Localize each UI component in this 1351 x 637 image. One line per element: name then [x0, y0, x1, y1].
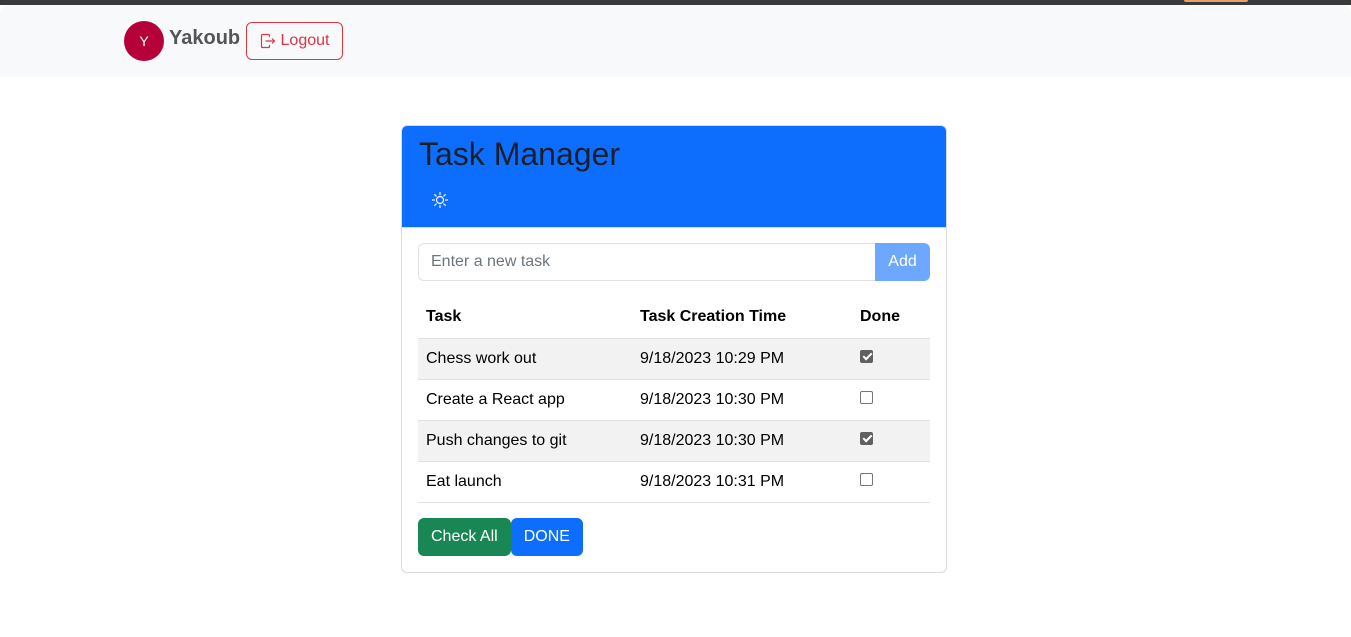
- table-header-row: Task Task Creation Time Done: [418, 297, 930, 339]
- check-all-button[interactable]: Check All: [418, 518, 511, 556]
- done-checkbox[interactable]: [860, 349, 873, 363]
- new-task-input[interactable]: [418, 243, 875, 281]
- new-task-form: Add: [418, 243, 930, 281]
- card-header: Task Manager: [402, 126, 946, 228]
- sun-icon: [431, 191, 449, 209]
- page-title: Task Manager: [419, 136, 620, 172]
- column-header-task: Task: [418, 297, 632, 339]
- task-creation-time: 9/18/2023 10:30 PM: [632, 420, 852, 462]
- column-header-creation-time: Task Creation Time: [632, 297, 852, 339]
- table-row: Create a React app 9/18/2023 10:30 PM: [418, 379, 930, 421]
- username: Yakoub: [169, 27, 241, 49]
- done-checkbox[interactable]: [860, 472, 873, 486]
- logout-button[interactable]: Logout: [246, 22, 343, 60]
- done-checkbox[interactable]: [860, 390, 873, 404]
- table-row: Chess work out 9/18/2023 10:29 PM: [418, 338, 930, 380]
- done-button[interactable]: DONE: [510, 518, 583, 556]
- done-checkbox[interactable]: [860, 431, 873, 445]
- task-name: Push changes to git: [418, 420, 632, 462]
- task-creation-time: 9/18/2023 10:29 PM: [632, 338, 852, 380]
- task-table: Task Task Creation Time Done Chess work …: [418, 297, 930, 503]
- column-header-done: Done: [852, 297, 930, 339]
- add-button[interactable]: Add: [875, 243, 930, 281]
- logout-label: Logout: [280, 32, 330, 49]
- task-creation-time: 9/18/2023 10:30 PM: [632, 379, 852, 421]
- theme-toggle-button[interactable]: [426, 186, 454, 214]
- task-manager-card: Task Manager Add Task Task Creation Time…: [401, 125, 947, 573]
- table-row: Eat launch 9/18/2023 10:31 PM: [418, 461, 930, 503]
- action-buttons: Check All DONE: [418, 518, 583, 556]
- task-name: Chess work out: [418, 338, 632, 380]
- table-row: Push changes to git 9/18/2023 10:30 PM: [418, 420, 930, 462]
- task-creation-time: 9/18/2023 10:31 PM: [632, 461, 852, 503]
- avatar[interactable]: Y: [124, 21, 164, 61]
- task-name: Create a React app: [418, 379, 632, 421]
- tab-accent: [1184, 0, 1248, 2]
- logout-icon: [260, 33, 275, 49]
- task-name: Eat launch: [418, 461, 632, 503]
- navbar: Y Yakoub Logout: [0, 5, 1351, 77]
